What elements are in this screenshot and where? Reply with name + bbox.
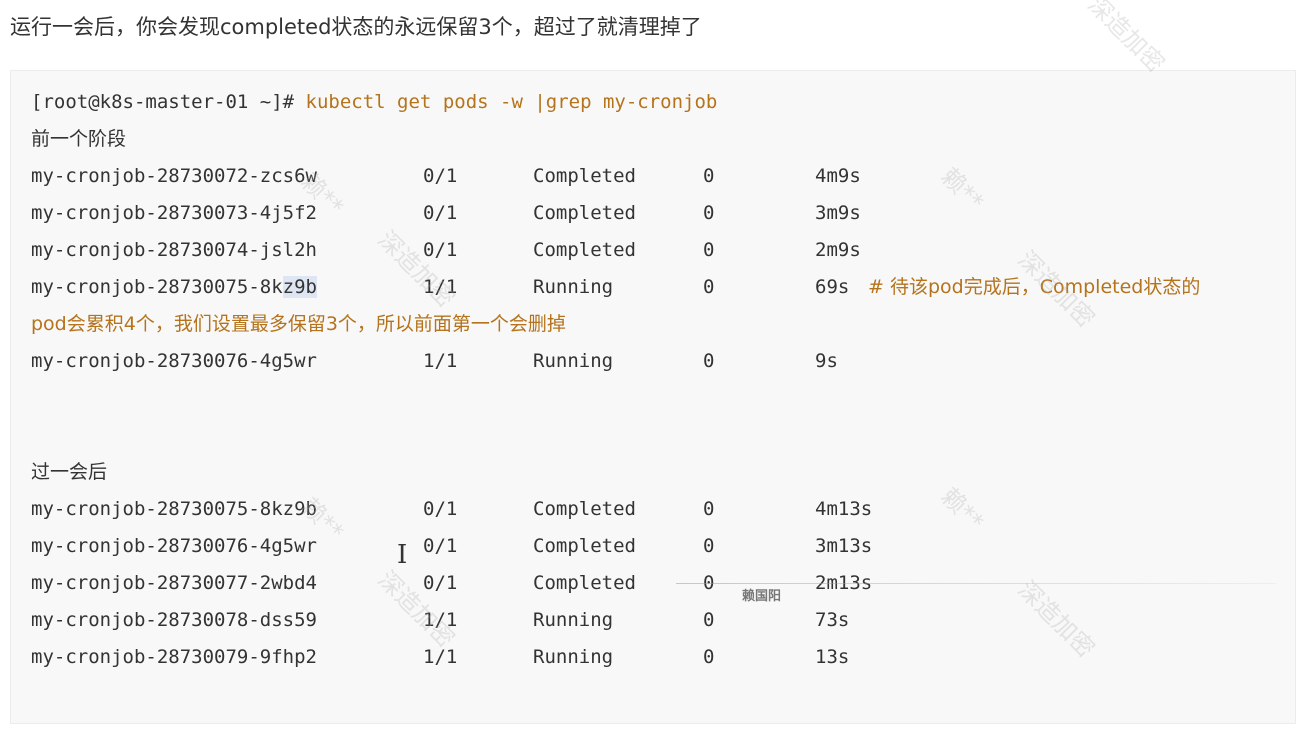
pod-ready: 0/1 [423,572,458,594]
selected-text: z9b [282,276,317,298]
pod-restarts: 0 [703,609,715,631]
code-block[interactable]: [root@k8s-master-01 ~]# kubectl get pods… [10,70,1296,724]
pod-age: 3m13s [815,535,873,557]
pod-row: my-cronjob-28730076-4g5wr 0/1 Completed … [31,528,1271,565]
intro-paragraph: 运行一会后，你会发现completed状态的永远保留3个，超过了就清理掉了 [10,15,702,39]
pod-ready: 1/1 [423,350,458,372]
pod-row: my-cronjob-28730074-jsl2h 0/1 Completed … [31,232,1271,269]
pod-status: Completed [533,239,636,261]
pod-status: Running [533,646,614,668]
pod-ready: 0/1 [423,202,458,224]
pod-restarts: 0 [703,239,715,261]
pod-age: 13s [815,646,850,668]
pod-name: my-cronjob-28730077-2wbd4 [31,572,317,594]
pod-age: 4m13s [815,498,873,520]
pod-status: Completed [533,572,636,594]
pod-name: my-cronjob-28730075-8kz9b [31,498,317,520]
pod-restarts: 0 [703,646,715,668]
pod-ready: 1/1 [423,646,458,668]
pod-status: Completed [533,202,636,224]
pod-ready: 0/1 [423,498,458,520]
pod-name: my-cronjob-28730073-4j5f2 [31,202,317,224]
pod-name: my-cronjob-28730074-jsl2h [31,239,317,261]
pod-ready: 0/1 [423,165,458,187]
pod-status: Completed [533,165,636,187]
watermark-text: 深造加密 [1082,0,1171,79]
overlay-name-badge: 赖国阳 [742,589,782,604]
pod-restarts: 0 [703,535,715,557]
section-label-after: 过一会后 [31,461,108,483]
pod-name: my-cronjob-28730079-9fhp2 [31,646,317,668]
pod-restarts: 0 [703,350,715,372]
pod-ready: 1/1 [423,276,458,298]
pod-status: Running [533,350,614,372]
shell-prompt: [root@k8s-master-01 ~]# [31,91,306,113]
pod-restarts: 0 [703,276,715,298]
pod-name: my-cronjob-28730078-dss59 [31,609,317,631]
pod-age: 3m9s [815,202,861,224]
pod-restarts: 0 [703,498,715,520]
pod-ready: 0/1 [423,239,458,261]
text-cursor-icon: I [397,540,408,570]
pod-age: 4m9s [815,165,861,187]
pod-name: my-cronjob-28730076-4g5wr [31,350,317,372]
pod-status: Completed [533,535,636,557]
shell-command: kubectl get pods -w |grep my-cronjob [305,91,718,113]
pod-restarts: 0 [703,202,715,224]
pod-ready: 1/1 [423,609,458,631]
pod-name: my-cronjob-28730072-zcs6w [31,165,317,187]
pod-row: my-cronjob-28730075-8kz9b 0/1 Completed … [31,491,1271,528]
inline-comment: # 待该pod完成后，Completed状态的 [868,276,1201,298]
pod-status: Completed [533,498,636,520]
section-label-before: 前一个阶段 [31,128,127,150]
pod-age: 69s [815,276,850,298]
pod-age: 9s [815,350,838,372]
pod-restarts: 0 [703,165,715,187]
pod-row: my-cronjob-28730073-4j5f2 0/1 Completed … [31,195,1271,232]
pod-status: Running [533,609,614,631]
comment-continuation: pod会累积4个，我们设置最多保留3个，所以前面第一个会删掉 [31,313,566,335]
pod-name: my-cronjob-28730075-8kz9b [31,269,317,306]
pod-row: my-cronjob-28730072-zcs6w 0/1 Completed … [31,158,1271,195]
pod-status: Running [533,276,614,298]
pod-name-prefix: my-cronjob-28730075-8k [31,276,283,298]
pod-age: 73s [815,609,850,631]
pod-row: my-cronjob-28730078-dss59 1/1 Running 0 … [31,602,1271,639]
pod-ready: 0/1 [423,535,458,557]
command-line: [root@k8s-master-01 ~]# kubectl get pods… [31,84,717,121]
overlay-strike-line [676,583,1276,584]
pod-name: my-cronjob-28730076-4g5wr [31,535,317,557]
pod-row: my-cronjob-28730075-8kz9b 1/1 Running 0 … [31,269,1281,306]
pod-row: my-cronjob-28730076-4g5wr 1/1 Running 0 … [31,343,1271,380]
pod-row: my-cronjob-28730079-9fhp2 1/1 Running 0 … [31,639,1271,676]
article-page: 运行一会后，你会发现completed状态的永远保留3个，超过了就清理掉了 [r… [0,0,1300,731]
pod-age: 2m9s [815,239,861,261]
